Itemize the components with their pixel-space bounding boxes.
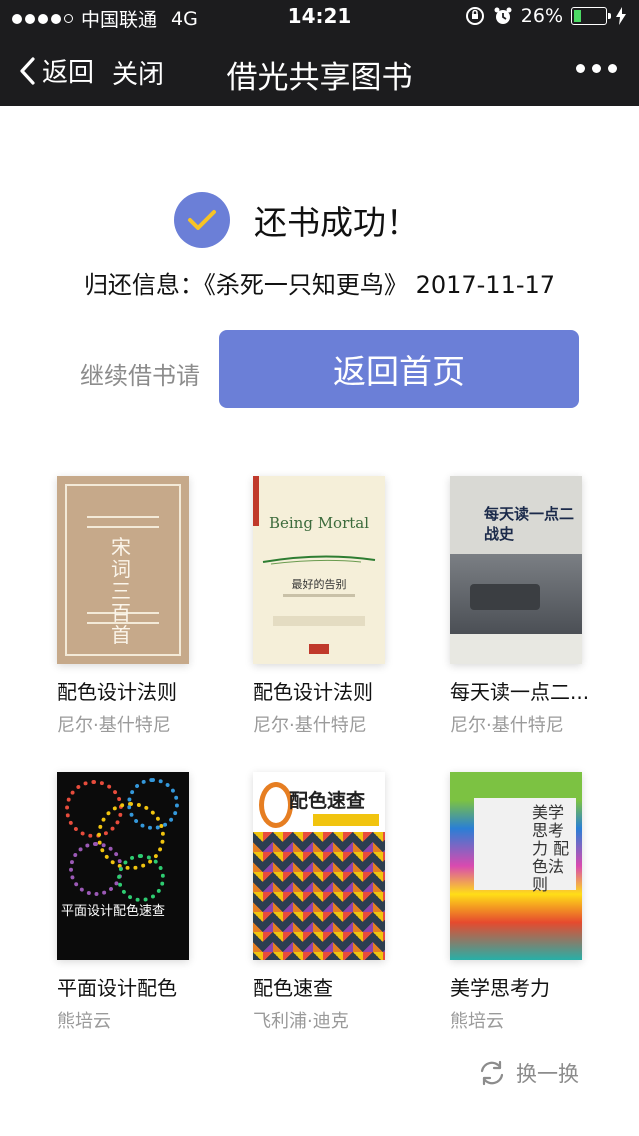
book-author: 尼尔·基什特尼 [253, 715, 367, 736]
book-cover: 宋词三百首 [57, 476, 189, 664]
cover-title: 宋词三百首 [111, 535, 131, 647]
book-card[interactable]: 配色速查 配色速查 飞利浦·迪克 [253, 772, 423, 1033]
book-author: 熊培云 [57, 1011, 111, 1032]
success-message: 还书成功！ [254, 203, 419, 242]
success-banner: 还书成功！ [174, 192, 419, 248]
book-title: 每天读一点二... [450, 680, 590, 704]
refresh-label: 换一换 [516, 1062, 579, 1086]
book-title: 配色设计法则 [253, 680, 373, 704]
more-dot-icon [576, 64, 585, 73]
status-bar: 中国联通 4G 14:21 26% [0, 0, 639, 34]
cover-title: 平面设计配色速查 [61, 904, 166, 919]
alarm-icon [494, 7, 512, 24]
cover-title: 最好的告别 [291, 578, 347, 591]
book-title: 配色设计法则 [57, 680, 177, 704]
more-menu-button[interactable] [576, 64, 617, 73]
rotation-lock-icon [465, 7, 484, 25]
refresh-books-button[interactable]: 换一换 [478, 1058, 579, 1088]
more-dot-icon [592, 64, 601, 73]
return-info: 归还信息：《杀死一只知更鸟》 2017-11-17 [83, 271, 556, 299]
book-cover: Being Mortal 最好的告别 [253, 476, 385, 664]
book-card[interactable]: 美学思考力 配色法则 美学思考力 熊培云 [450, 772, 620, 1033]
book-card[interactable]: Being Mortal 最好的告别 配色设计法则 尼尔·基什特尼 [253, 476, 423, 737]
book-cover: 配色速查 [253, 772, 385, 960]
continue-prompt: 继续借书请 [80, 362, 200, 390]
book-cover: 每天读一点二战史 [450, 476, 582, 664]
cover-title: 配色速查 [289, 790, 366, 812]
checkmark-icon [174, 192, 230, 248]
book-card[interactable]: 宋词三百首 配色设计法则 尼尔·基什特尼 [57, 476, 227, 737]
book-title: 美学思考力 [450, 976, 550, 1000]
book-author: 尼尔·基什特尼 [450, 715, 564, 736]
book-author: 熊培云 [450, 1011, 504, 1032]
book-title: 配色速查 [253, 976, 333, 1000]
page-title: 借光共享图书 [226, 60, 413, 96]
battery-icon [571, 7, 611, 25]
charging-icon [616, 7, 626, 25]
return-home-button[interactable]: 返回首页 [219, 330, 579, 408]
cover-title: 每天读一点二战史 [484, 505, 575, 543]
battery-percent: 26% [520, 5, 563, 27]
grass-illustration-icon [262, 555, 376, 565]
navigation-bar: 返回 关闭 借光共享图书 [0, 34, 639, 106]
book-author: 尼尔·基什特尼 [57, 715, 171, 736]
book-cover: 美学思考力 配色法则 [450, 772, 582, 960]
book-cover: 平面设计配色速查 [57, 772, 189, 960]
cover-title-en: Being Mortal [268, 514, 370, 532]
cover-title: 美学思考力 配色法则 [532, 803, 570, 894]
book-title: 平面设计配色 [57, 976, 177, 1000]
book-author: 飞利浦·迪克 [253, 1011, 349, 1032]
refresh-icon [480, 1060, 504, 1086]
book-card[interactable]: 每天读一点二战史 每天读一点二... 尼尔·基什特尼 [450, 476, 620, 737]
book-card[interactable]: 平面设计配色速查 平面设计配色 熊培云 [57, 772, 227, 1033]
more-dot-icon [608, 64, 617, 73]
